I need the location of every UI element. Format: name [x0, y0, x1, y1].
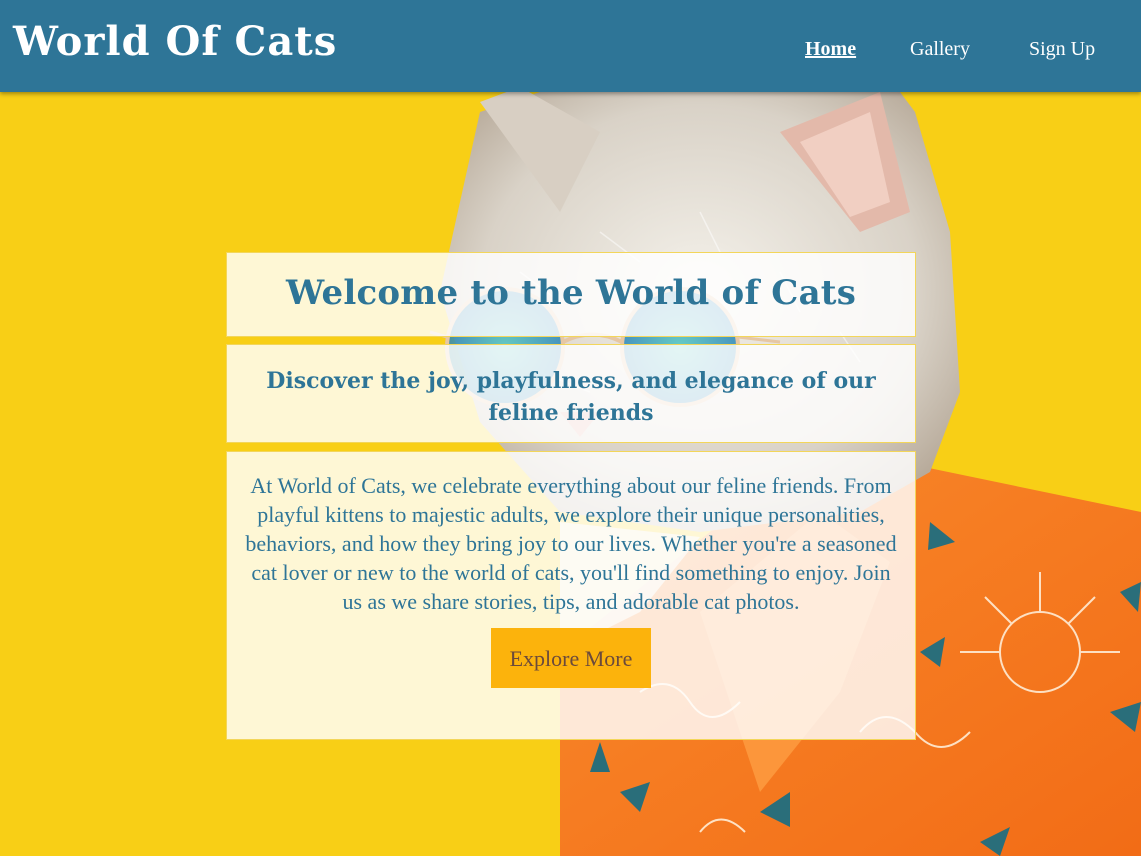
welcome-heading: Welcome to the World of Cats: [285, 273, 857, 313]
subtitle-heading: Discover the joy, playfulness, and elega…: [266, 368, 876, 426]
site-brand[interactable]: World Of Cats: [13, 18, 337, 65]
nav-link-home[interactable]: Home: [805, 38, 856, 61]
nav-link-sign-up[interactable]: Sign Up: [1029, 38, 1095, 61]
welcome-title-panel: Welcome to the World of Cats: [226, 252, 916, 337]
explore-more-button[interactable]: Explore More: [490, 628, 652, 688]
top-navbar: World Of Cats Home Gallery Sign Up: [0, 0, 1141, 92]
intro-panel: At World of Cats, we celebrate everythin…: [226, 451, 916, 740]
nav-link-gallery[interactable]: Gallery: [910, 38, 970, 61]
subtitle-panel: Discover the joy, playfulness, and elega…: [226, 344, 916, 443]
intro-text: At World of Cats, we celebrate everythin…: [245, 473, 897, 614]
